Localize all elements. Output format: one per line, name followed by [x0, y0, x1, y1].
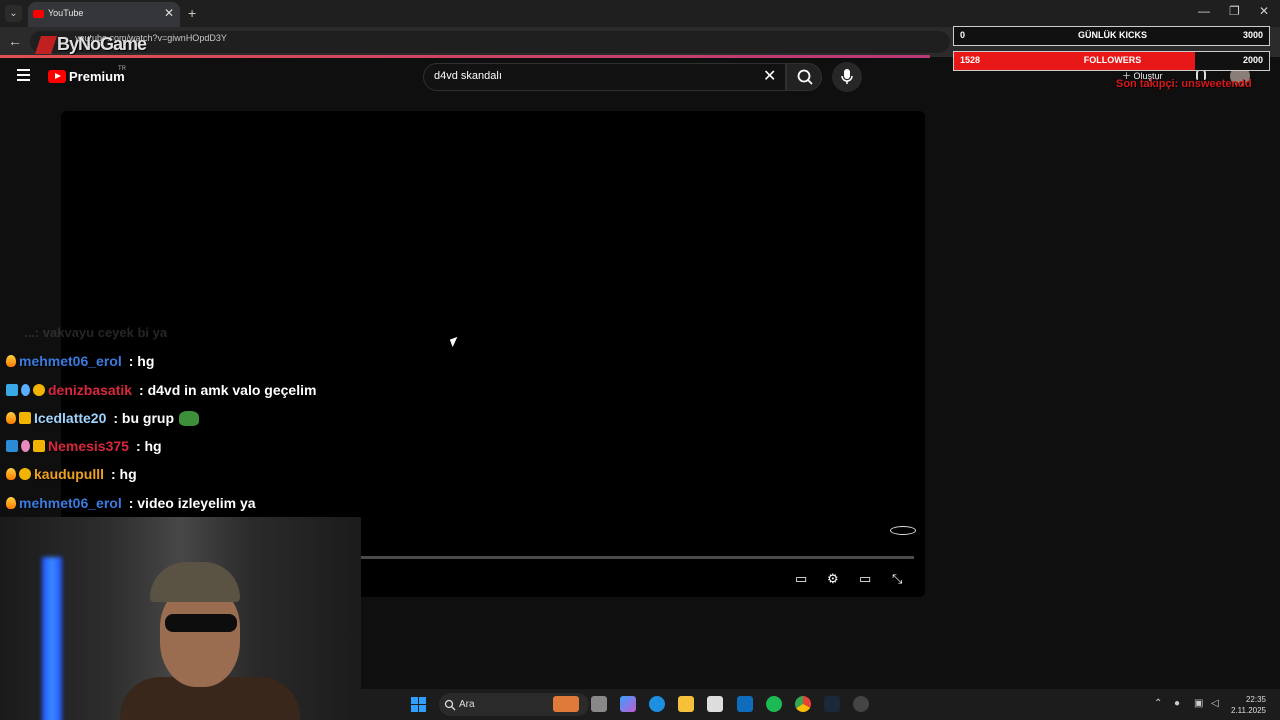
settings-gear-icon[interactable]: ⚙ — [827, 571, 839, 587]
chat-message: Nemesis375 : hg — [6, 436, 162, 456]
network-icon[interactable]: ▣ — [1194, 698, 1203, 709]
tool-badge-icon — [6, 440, 18, 452]
tab-list-button[interactable]: ⌄ — [5, 5, 22, 22]
streamer-face — [160, 587, 240, 687]
chat-message: mehmet06_erol : hg — [6, 351, 154, 371]
chat-message: mehmet06_erol : video izleyelim ya — [6, 493, 256, 513]
task-view-icon[interactable] — [591, 696, 607, 712]
followers-label: FOLLOWERS — [1083, 55, 1142, 65]
region-code: TR — [118, 66, 126, 72]
flame-badge-icon — [6, 497, 16, 509]
outlook-icon[interactable] — [737, 696, 753, 712]
subtitles-icon[interactable]: ▭ — [795, 571, 807, 587]
daily-kicks-goal: 0 GÜNLÜK KICKS 3000 — [953, 26, 1270, 46]
chat-text: : video izleyelim ya — [128, 495, 256, 511]
taskbar-search-label: Ara — [459, 699, 475, 710]
theater-mode-icon[interactable]: ▭ — [859, 571, 871, 587]
chat-username: Nemesis375 — [48, 438, 129, 454]
channel-watermark-icon — [890, 526, 916, 535]
new-tab-button[interactable]: + — [188, 5, 196, 21]
chat-text: : hg — [111, 466, 137, 482]
windows-start-icon[interactable] — [411, 697, 426, 712]
crown-badge-icon — [33, 440, 45, 452]
clock-date: 2.11.2025 — [1231, 706, 1266, 715]
chat-text: : bu grup — [113, 410, 175, 426]
page-load-progress — [0, 55, 930, 58]
coin-badge-icon — [33, 384, 45, 396]
chat-text: : hg — [135, 438, 162, 454]
search-input-value[interactable]: d4vd skandalı — [434, 70, 502, 82]
search-button[interactable] — [786, 63, 822, 91]
last-follower-text: Son takipçi: unsweetendd — [1116, 78, 1252, 90]
crown-badge-icon — [19, 412, 31, 424]
coin-badge-icon — [19, 468, 31, 480]
windows-taskbar: Ara ⌃ ● ▣ ◁ 22:35 2.11.2025 — [361, 689, 1280, 720]
tray-overflow-icon[interactable]: ⌃ — [1154, 698, 1162, 709]
volume-icon[interactable]: ◁ — [1211, 698, 1219, 709]
close-window-button[interactable]: ✕ — [1259, 4, 1269, 18]
file-explorer-icon[interactable] — [678, 696, 694, 712]
kicks-goal: 3000 — [1242, 30, 1263, 40]
edge-icon[interactable] — [649, 696, 665, 712]
microphone-tray-icon[interactable]: ● — [1174, 698, 1180, 709]
chat-message: denizbasatik : d4vd in amk valo geçelim — [6, 380, 316, 400]
clear-search-icon[interactable]: ✕ — [763, 66, 776, 86]
flame-badge-icon — [6, 355, 16, 367]
browser-tab-bar: ⌄ YouTube ✕ + — ❐ ✕ — [0, 0, 1280, 27]
chat-text: : hg — [128, 353, 155, 369]
copilot-icon[interactable] — [620, 696, 636, 712]
gem-badge-icon — [6, 384, 18, 396]
clock-time: 22:35 — [1245, 695, 1266, 704]
flame-badge-icon — [6, 468, 16, 480]
browser-tab-youtube[interactable]: YouTube ✕ — [28, 2, 180, 27]
voice-search-button[interactable] — [832, 62, 862, 92]
minimize-button[interactable]: — — [1198, 4, 1210, 18]
spotify-icon[interactable] — [766, 696, 782, 712]
chat-username: denizbasatik — [48, 382, 133, 398]
pink-drop-badge-icon — [21, 440, 30, 452]
chat-message: Icedlatte20 : bu grup — [6, 408, 200, 428]
followers-goal: 1528 FOLLOWERS 2000 — [953, 51, 1270, 71]
chat-username: Icedlatte20 — [34, 410, 107, 426]
streamer-webcam — [0, 517, 361, 720]
restore-button[interactable]: ❐ — [1229, 4, 1240, 18]
tab-title: YouTube — [48, 8, 84, 18]
tab-close-icon[interactable]: ✕ — [164, 6, 174, 20]
taskbar-search-icon — [444, 699, 456, 711]
chat-faded-line: ...: vakvayu ceyek bi ya — [24, 325, 168, 340]
chat-username: kaudupulll — [34, 466, 104, 482]
flame-badge-icon — [6, 412, 16, 424]
chat-username: mehmet06_erol — [19, 495, 122, 511]
youtube-premium-label[interactable]: Premium — [69, 69, 125, 84]
youtube-logo-icon[interactable] — [48, 70, 66, 83]
taskbar-clock[interactable]: 22:35 2.11.2025 — [1231, 694, 1266, 716]
chat-username: mehmet06_erol — [19, 353, 122, 369]
kicks-label: GÜNLÜK KICKS — [1078, 30, 1147, 40]
fullscreen-icon[interactable]: ⤡ — [892, 571, 902, 587]
stream-watermark: ByNoGame — [57, 34, 147, 54]
blue-light-tube — [42, 557, 62, 720]
back-arrow-icon[interactable]: ← — [8, 33, 22, 49]
chat-text: : d4vd in amk valo geçelim — [139, 382, 317, 398]
search-highlight-icon[interactable] — [553, 696, 579, 712]
steam-icon[interactable] — [824, 696, 840, 712]
pepe-emote-icon — [179, 410, 200, 426]
microphone-icon — [841, 69, 853, 84]
hamburger-menu-icon[interactable] — [17, 69, 30, 84]
store-icon[interactable] — [707, 696, 723, 712]
app-icon[interactable] — [853, 696, 869, 712]
followers-goal-value: 2000 — [1242, 55, 1263, 65]
youtube-favicon-icon — [33, 10, 44, 18]
chat-message: kaudupulll : hg — [6, 464, 137, 484]
streamer-cap — [150, 562, 240, 602]
chrome-icon[interactable] — [795, 696, 811, 712]
streamer-sunglasses — [165, 614, 237, 632]
drop-badge-icon — [21, 384, 30, 396]
search-icon — [797, 69, 813, 85]
